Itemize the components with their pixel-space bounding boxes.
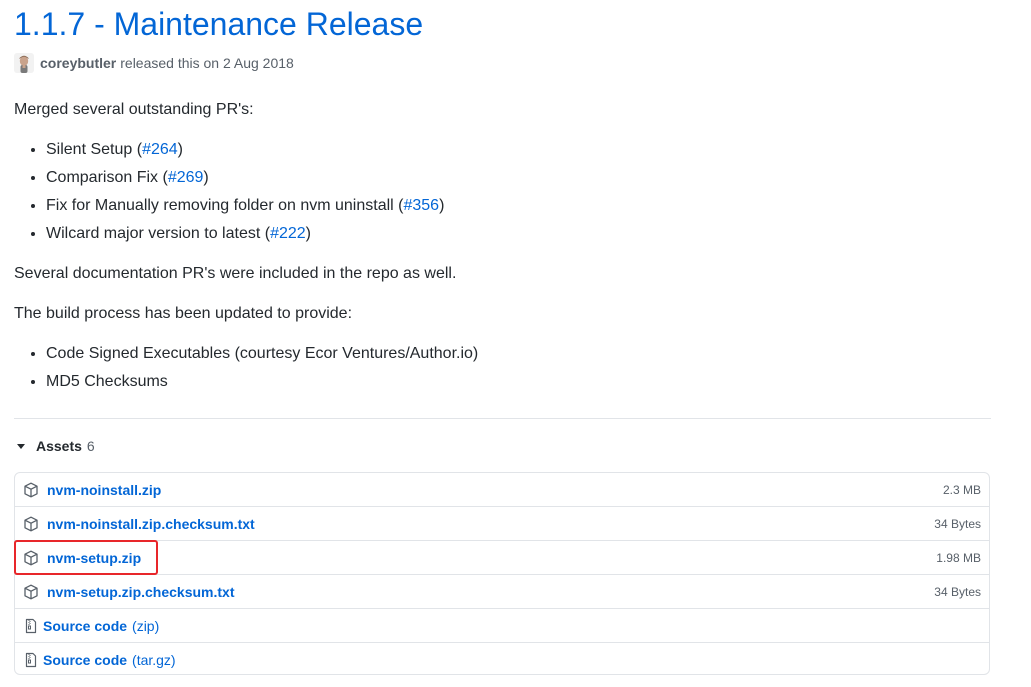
asset-row: Source code (tar.gz) — [15, 642, 989, 674]
asset-row: Source code (zip) — [15, 608, 989, 642]
asset-size: 2.3 MB — [942, 482, 981, 497]
asset-download-link[interactable]: nvm-noinstall.zip — [47, 482, 161, 498]
pr-link[interactable]: #222 — [270, 225, 306, 242]
asset-download-link[interactable]: nvm-setup.zip.checksum.txt — [47, 584, 235, 600]
source-ext: (zip) — [132, 617, 160, 634]
pr-link[interactable]: #264 — [142, 141, 178, 158]
asset-size: 34 Bytes — [934, 516, 981, 531]
asset-download-link[interactable]: nvm-setup.zip — [47, 550, 141, 566]
source-code-zip-link[interactable]: Source code — [43, 618, 127, 634]
package-icon — [23, 516, 39, 532]
pr-link[interactable]: #356 — [403, 197, 439, 214]
release-byline: coreybutler released this on 2 Aug 2018 — [14, 52, 294, 74]
asset-size: 1.98 MB — [936, 550, 981, 565]
assets-label: Assets — [36, 438, 82, 454]
package-icon — [23, 482, 39, 498]
pr-text: Fix for Manually removing folder on nvm … — [46, 197, 404, 214]
assets-count: 6 — [86, 438, 95, 454]
asset-download-link[interactable]: nvm-noinstall.zip.checksum.txt — [47, 516, 255, 532]
pr-text: Wilcard major version to latest ( — [46, 225, 271, 242]
list-item: Code Signed Executables (courtesy Ecor V… — [46, 340, 478, 368]
asset-row: nvm-noinstall.zip.checksum.txt 34 Bytes — [15, 506, 989, 540]
pr-suffix: ) — [305, 225, 311, 242]
asset-row: nvm-setup.zip 1.98 MB — [15, 540, 989, 574]
asset-row: nvm-setup.zip.checksum.txt 34 Bytes — [15, 574, 989, 608]
list-item: Comparison Fix (#269) — [46, 164, 444, 192]
author-name[interactable]: coreybutler — [40, 55, 116, 71]
source-ext: (tar.gz) — [132, 651, 176, 668]
notes-intro: Merged several outstanding PR's: — [14, 101, 254, 118]
pr-suffix: ) — [439, 197, 445, 214]
release-date-text: released this on 2 Aug 2018 — [120, 55, 294, 71]
pr-suffix: ) — [203, 169, 209, 186]
pr-suffix: ) — [177, 141, 183, 158]
package-icon — [23, 550, 39, 566]
assets-list: nvm-noinstall.zip 2.3 MB nvm-noinstall.z… — [14, 472, 990, 675]
list-item: MD5 Checksums — [46, 368, 478, 396]
build-list: Code Signed Executables (courtesy Ecor V… — [14, 340, 478, 396]
caret-down-icon — [17, 443, 25, 449]
list-item: Silent Setup (#264) — [46, 136, 444, 164]
file-zip-icon — [23, 618, 39, 634]
docs-note: Several documentation PR's were included… — [14, 265, 457, 282]
pr-text: Silent Setup ( — [46, 141, 143, 158]
list-item: Fix for Manually removing folder on nvm … — [46, 192, 444, 220]
package-icon — [23, 584, 39, 600]
pr-link[interactable]: #269 — [168, 169, 204, 186]
file-zip-icon — [23, 652, 39, 668]
author-avatar[interactable] — [14, 53, 34, 73]
asset-row: nvm-noinstall.zip 2.3 MB — [15, 473, 989, 506]
section-divider — [14, 418, 991, 419]
source-code-targz-link[interactable]: Source code — [43, 652, 127, 668]
pr-list: Silent Setup (#264) Comparison Fix (#269… — [14, 136, 444, 248]
assets-toggle[interactable]: Assets 6 — [14, 435, 95, 457]
asset-size: 34 Bytes — [934, 584, 981, 599]
release-title[interactable]: 1.1.7 - Maintenance Release — [14, 4, 423, 44]
pr-text: Comparison Fix ( — [46, 169, 168, 186]
list-item: Wilcard major version to latest (#222) — [46, 220, 444, 248]
release-page: 1.1.7 - Maintenance Release coreybutler … — [0, 0, 1031, 687]
build-intro: The build process has been updated to pr… — [14, 305, 353, 322]
